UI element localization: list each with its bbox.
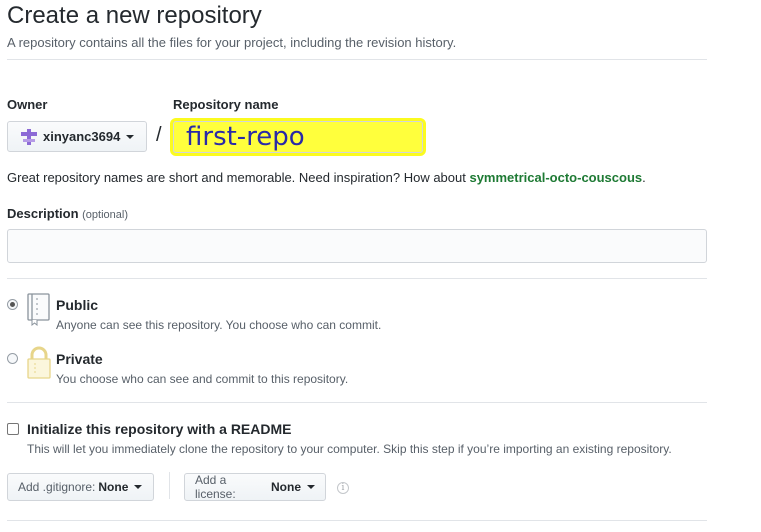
chevron-down-icon <box>126 134 135 139</box>
info-icon[interactable]: i <box>337 482 349 494</box>
public-title: Public <box>56 297 99 313</box>
name-suggestion-link[interactable]: symmetrical-octo-couscous <box>469 170 642 185</box>
repo-book-icon <box>27 293 51 331</box>
license-value: None <box>271 480 301 494</box>
section-divider <box>7 278 707 279</box>
gitignore-label: Add .gitignore: <box>18 480 96 494</box>
readme-note: This will let you immediately clone the … <box>27 442 672 456</box>
repo-name-label: Repository name <box>173 97 279 112</box>
gitignore-value: None <box>98 480 129 494</box>
owner-label: Owner <box>7 97 48 112</box>
readme-title: Initialize this repository with a README <box>27 421 292 437</box>
gitignore-select-button[interactable]: Add .gitignore: None <box>7 473 154 501</box>
chevron-down-icon <box>134 485 143 489</box>
footer-divider <box>7 520 707 521</box>
private-title: Private <box>56 351 103 367</box>
name-hint: Great repository names are short and mem… <box>7 170 646 185</box>
optional-tag: (optional) <box>82 209 128 221</box>
header-divider <box>7 59 707 60</box>
license-label: Add a license: <box>195 473 236 501</box>
chevron-down-icon <box>307 485 315 489</box>
public-radio[interactable] <box>7 299 18 310</box>
owner-repo-separator: / <box>156 124 162 146</box>
hint-text: Great repository names are short and mem… <box>7 170 470 185</box>
license-select-button[interactable]: Add a license: None <box>184 473 326 501</box>
repo-name-input[interactable]: first-repo <box>173 121 423 153</box>
select-separator <box>169 472 170 499</box>
description-label: Description (optional) <box>7 206 128 221</box>
page-title: Create a new repository <box>7 2 262 29</box>
section-divider <box>7 402 707 403</box>
owner-select-button[interactable]: xinyanc3694 <box>7 121 147 152</box>
lock-icon <box>27 346 51 384</box>
private-radio[interactable] <box>7 353 18 364</box>
readme-checkbox[interactable] <box>7 423 19 435</box>
owner-name: xinyanc3694 <box>43 129 121 144</box>
page-subtitle: A repository contains all the files for … <box>7 35 457 50</box>
public-note: Anyone can see this repository. You choo… <box>56 318 382 332</box>
private-note: You choose who can see and commit to thi… <box>56 372 349 386</box>
owner-avatar-icon <box>21 128 37 145</box>
description-input[interactable] <box>7 229 707 263</box>
